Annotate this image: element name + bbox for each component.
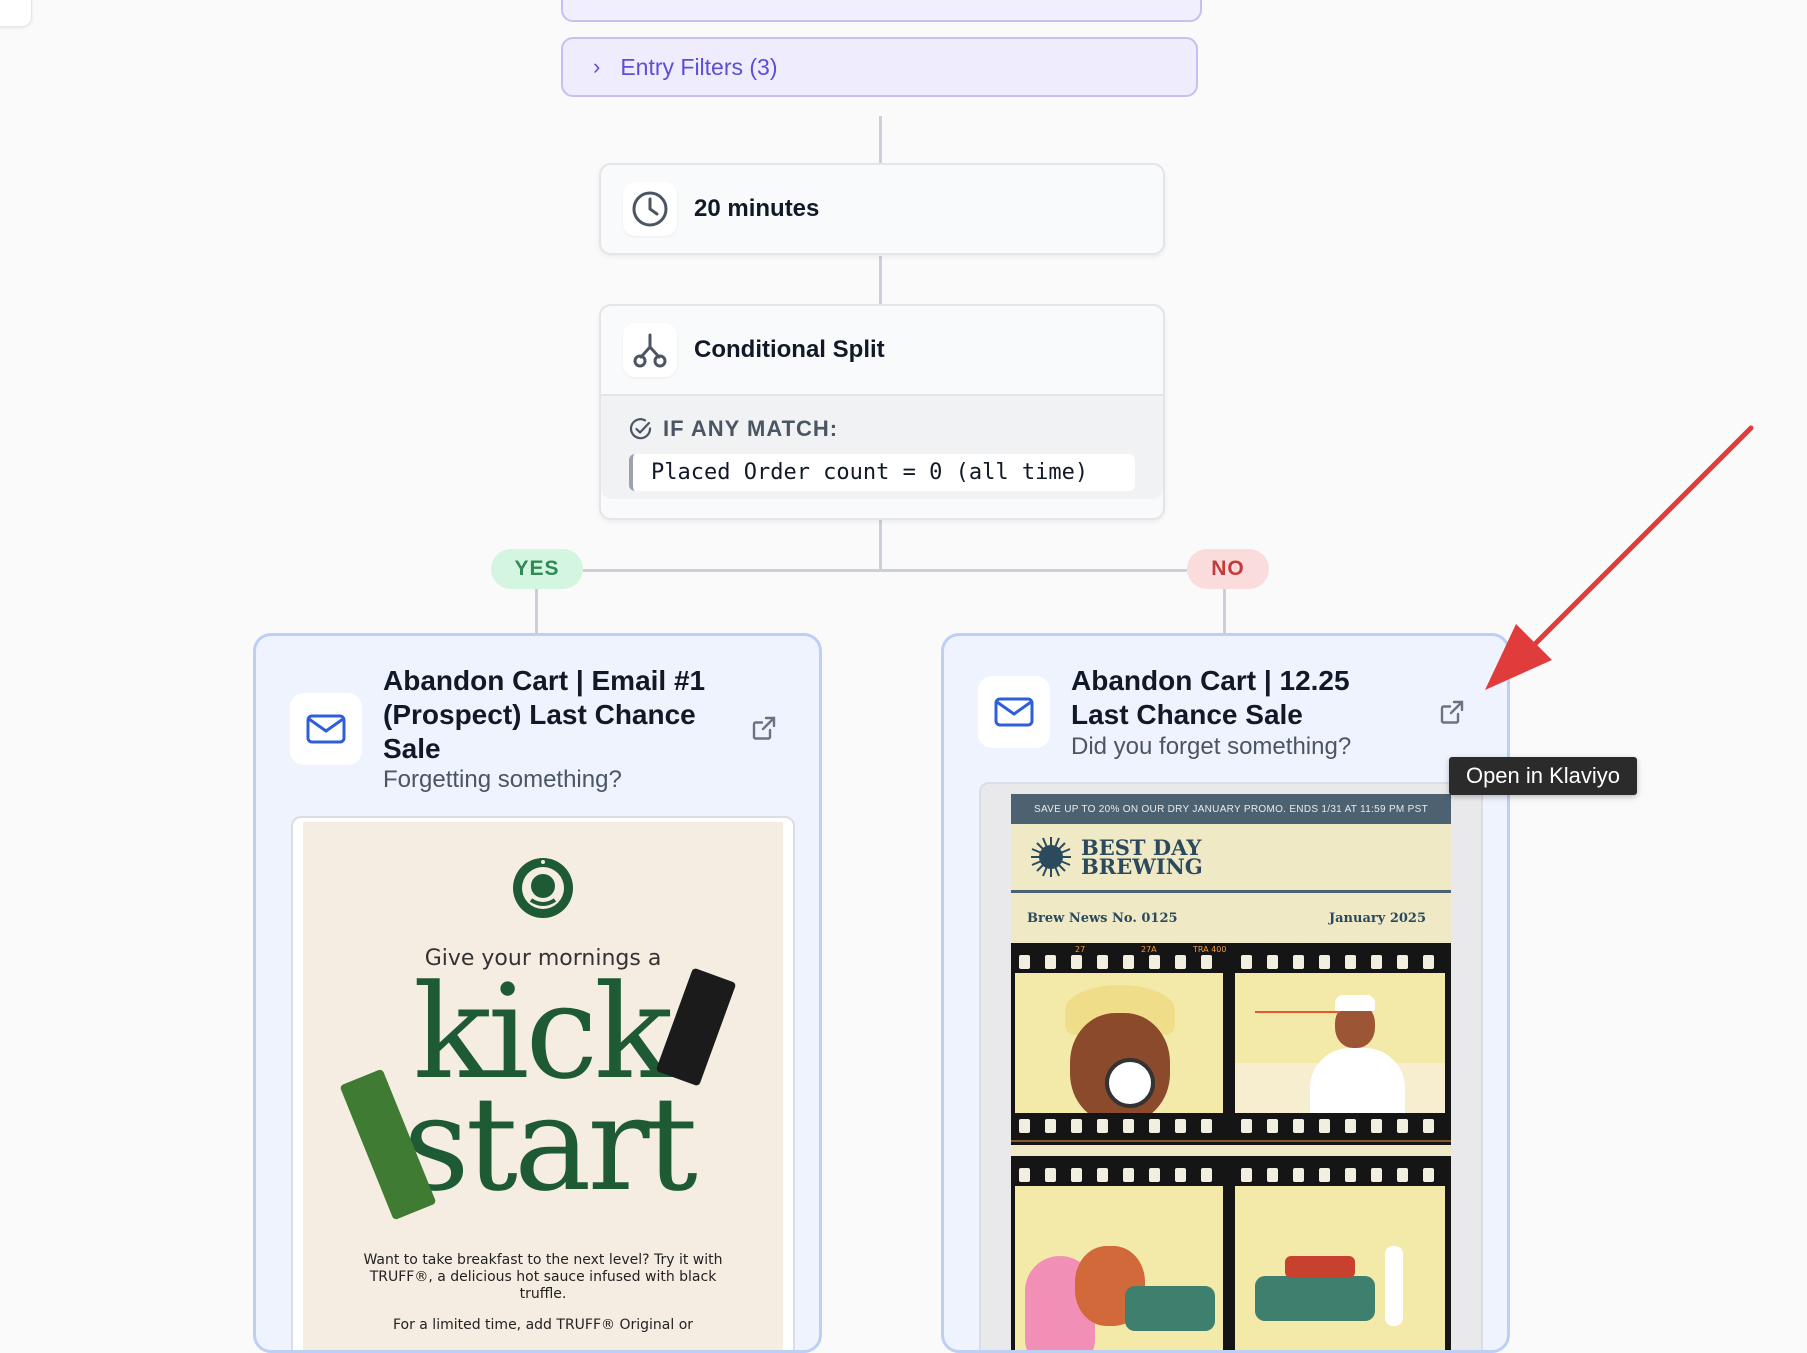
svg-text:27: 27 [1075, 945, 1085, 954]
svg-text:TRA 400: TRA 400 [1192, 945, 1226, 954]
starbucks-logo [513, 858, 573, 918]
branch-connector [583, 569, 1187, 572]
delay-node[interactable]: 20 minutes [599, 163, 1165, 255]
split-icon [623, 323, 677, 377]
external-link-icon[interactable] [1438, 698, 1466, 726]
email-title: Abandon Cart | 12.25 Last Chance Sale [1071, 665, 1350, 730]
chevron-right-icon: › [593, 54, 601, 79]
yes-branch-badge: YES [491, 549, 583, 589]
check-circle-icon [629, 418, 652, 440]
film-strip: 27 27A TRA 400 [1011, 943, 1451, 1145]
email-subject: Did you forget something? [1071, 733, 1352, 760]
preview-banner: SAVE UP TO 20% ON OUR DRY JANUARY PROMO.… [1011, 794, 1451, 824]
split-title: Conditional Split [694, 336, 885, 363]
canvas-control[interactable] [0, 0, 32, 27]
entry-filters-label: Entry Filters (3) [620, 53, 778, 80]
mail-icon [978, 676, 1050, 748]
sun-icon [1031, 837, 1071, 877]
split-condition-panel: IF ANY MATCH: Placed Order count = 0 (al… [601, 394, 1163, 499]
clock-icon [623, 182, 677, 236]
film-frame [1015, 1186, 1223, 1350]
email-subject: Forgetting something? [383, 766, 622, 793]
svg-text:27A: 27A [1141, 945, 1157, 954]
email-node-yes[interactable]: Abandon Cart | Email #1 (Prospect) Last … [253, 633, 822, 1353]
trigger-card[interactable] [561, 0, 1202, 22]
preview-image: Give your mornings a kick start Want to … [303, 822, 783, 1350]
connector [879, 116, 882, 164]
film-strip [1011, 1156, 1451, 1350]
email-title: Abandon Cart | Email #1 (Prospect) Last … [383, 665, 706, 764]
no-branch-badge: NO [1187, 549, 1269, 589]
external-link-icon[interactable] [750, 714, 778, 742]
film-frame [1235, 973, 1445, 1113]
connector [879, 520, 882, 572]
film-frame [1015, 973, 1223, 1113]
open-in-klaviyo-tooltip: Open in Klaviyo [1449, 757, 1637, 795]
conditional-split-node[interactable]: Conditional Split IF ANY MATCH: Placed O… [599, 304, 1165, 520]
email-node-no[interactable]: Abandon Cart | 12.25 Last Chance Sale Di… [941, 633, 1510, 1353]
newsletter-date: January 2025 [1328, 910, 1426, 926]
entry-filters-toggle[interactable]: › Entry Filters (3) [561, 37, 1198, 97]
connector [535, 589, 538, 636]
email-preview[interactable]: SAVE UP TO 20% ON OUR DRY JANUARY PROMO.… [979, 782, 1483, 1350]
preview-copy: Want to take breakfast to the next level… [363, 1252, 723, 1333]
email-preview[interactable]: Give your mornings a kick start Want to … [291, 816, 795, 1350]
brewery-logo: BEST DAY BREWING [1011, 824, 1451, 893]
mail-icon [290, 693, 362, 765]
preview-image: SAVE UP TO 20% ON OUR DRY JANUARY PROMO.… [1011, 794, 1451, 1350]
condition-expression: Placed Order count = 0 (all time) [629, 454, 1135, 491]
preview-headline: start [403, 1068, 698, 1220]
delay-label: 20 minutes [694, 195, 820, 222]
film-frame [1235, 1186, 1445, 1350]
connector [879, 256, 882, 306]
newsletter-issue: Brew News No. 0125 [1027, 910, 1178, 926]
connector [1223, 589, 1226, 636]
match-label: IF ANY MATCH: [663, 416, 839, 441]
